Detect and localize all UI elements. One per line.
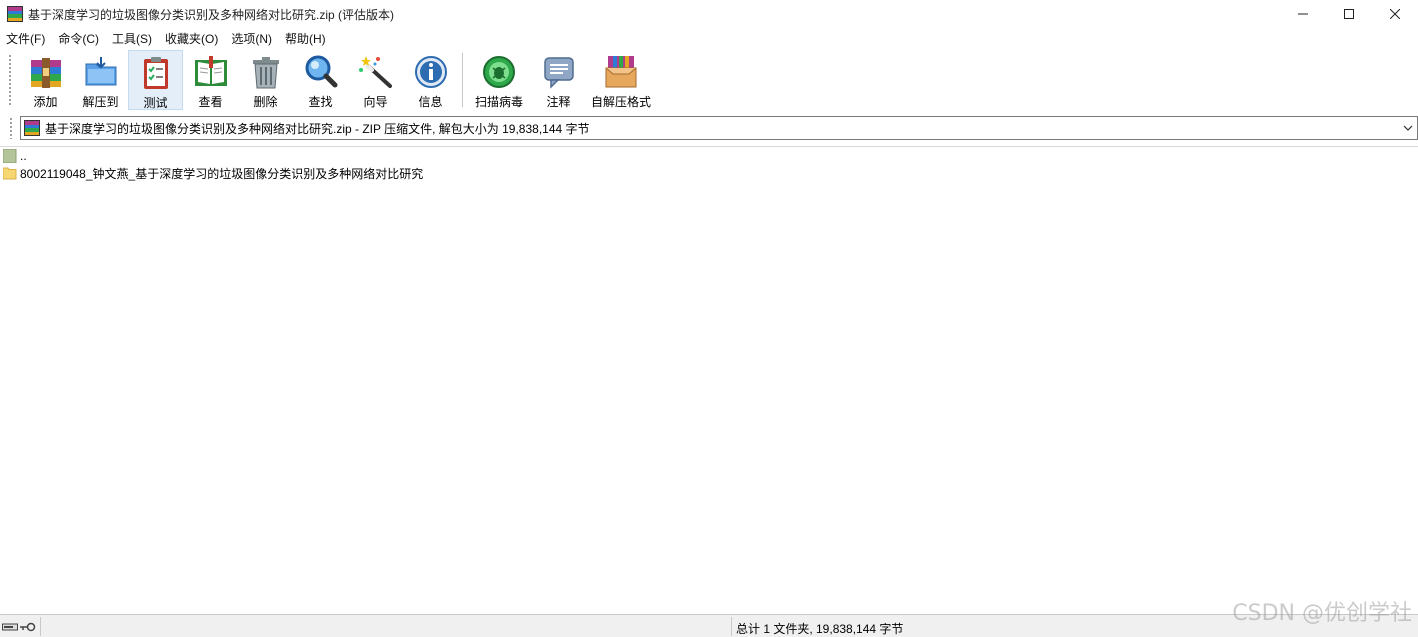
status-divider bbox=[731, 617, 732, 636]
close-button[interactable] bbox=[1372, 0, 1418, 28]
comment-icon bbox=[543, 57, 574, 89]
wizard-button[interactable]: 向导 bbox=[348, 50, 403, 110]
minimize-icon bbox=[1298, 13, 1308, 15]
window-title: 基于深度学习的垃圾图像分类识别及多种网络对比研究.zip (评估版本) bbox=[28, 7, 395, 22]
extract-folder-icon bbox=[85, 57, 116, 86]
file-name: 8002119048_钟文燕_基于深度学习的垃圾图像分类识别及多种网络对比研究 bbox=[20, 166, 424, 181]
info-label: 信息 bbox=[418, 95, 443, 109]
watermark-text: CSDN @优创学社 bbox=[1232, 601, 1412, 626]
address-row: 基于深度学习的垃圾图像分类识别及多种网络对比研究.zip - ZIP 压缩文件,… bbox=[0, 112, 1418, 144]
menu-options[interactable]: 选项(N) bbox=[225, 30, 279, 47]
minimize-button[interactable] bbox=[1280, 0, 1326, 28]
test-button[interactable]: 测试 bbox=[128, 50, 183, 110]
virus-scan-button[interactable]: 扫描病毒 bbox=[467, 50, 531, 110]
find-label: 查找 bbox=[308, 95, 333, 109]
test-clipboard-icon bbox=[143, 57, 168, 89]
sfx-box-icon bbox=[605, 56, 637, 88]
delete-button[interactable]: 删除 bbox=[238, 50, 293, 110]
menu-file[interactable]: 文件(F) bbox=[0, 30, 52, 47]
menu-tools[interactable]: 工具(S) bbox=[106, 30, 159, 47]
drive-icon bbox=[2, 623, 18, 631]
virus-scan-label: 扫描病毒 bbox=[474, 95, 523, 109]
title-bar: 基于深度学习的垃圾图像分类识别及多种网络对比研究.zip (评估版本) bbox=[0, 0, 1418, 28]
menu-commands[interactable]: 命令(C) bbox=[52, 30, 106, 47]
close-icon bbox=[1390, 9, 1400, 19]
extract-to-button[interactable]: 解压到 bbox=[73, 50, 128, 110]
delete-label: 删除 bbox=[253, 95, 278, 109]
toolbar-separator bbox=[462, 53, 463, 107]
wizard-label: 向导 bbox=[363, 95, 388, 109]
address-bar[interactable]: 基于深度学习的垃圾图像分类识别及多种网络对比研究.zip - ZIP 压缩文件,… bbox=[20, 116, 1418, 140]
address-grip[interactable] bbox=[9, 117, 13, 139]
info-icon bbox=[414, 56, 447, 88]
address-text: 基于深度学习的垃圾图像分类识别及多种网络对比研究.zip - ZIP 压缩文件,… bbox=[45, 121, 590, 136]
toolbar: 添加 解压到 测试 查看 删除 查找 向导 信息 扫描病毒 注释 自解压格式 bbox=[0, 48, 1418, 112]
zip-archive-icon bbox=[24, 120, 40, 136]
view-button[interactable]: 查看 bbox=[183, 50, 238, 110]
window-controls bbox=[1280, 0, 1418, 28]
status-summary: 总计 1 文件夹, 19,838,144 字节 bbox=[736, 622, 904, 636]
parent-folder-icon bbox=[3, 149, 17, 163]
add-button[interactable]: 添加 bbox=[18, 50, 73, 110]
info-button[interactable]: 信息 bbox=[403, 50, 458, 110]
menu-favorites[interactable]: 收藏夹(O) bbox=[159, 30, 225, 47]
list-item-parent-dir[interactable]: .. bbox=[0, 147, 27, 165]
virus-scan-icon bbox=[483, 56, 515, 88]
menu-help[interactable]: 帮助(H) bbox=[279, 30, 333, 47]
key-icon bbox=[20, 622, 36, 632]
extract-to-label: 解压到 bbox=[82, 95, 119, 109]
toolbar-grip[interactable] bbox=[8, 54, 12, 106]
comment-label: 注释 bbox=[546, 95, 571, 109]
folder-icon bbox=[3, 167, 17, 180]
status-bar: 总计 1 文件夹, 19,838,144 字节 bbox=[0, 614, 1418, 637]
maximize-icon bbox=[1344, 9, 1354, 19]
status-divider bbox=[40, 617, 41, 636]
file-name: .. bbox=[20, 149, 27, 163]
add-label: 添加 bbox=[33, 95, 58, 109]
view-label: 查看 bbox=[198, 95, 223, 109]
sfx-button[interactable]: 自解压格式 bbox=[586, 50, 656, 110]
magic-wand-icon bbox=[358, 56, 392, 88]
add-archive-icon bbox=[30, 58, 61, 88]
comment-button[interactable]: 注释 bbox=[531, 50, 586, 110]
find-button[interactable]: 查找 bbox=[293, 50, 348, 110]
file-list[interactable]: .. 8002119048_钟文燕_基于深度学习的垃圾图像分类识别及多种网络对比… bbox=[0, 146, 1418, 614]
test-label: 测试 bbox=[143, 96, 168, 110]
trash-icon bbox=[252, 57, 279, 89]
list-item-folder[interactable]: 8002119048_钟文燕_基于深度学习的垃圾图像分类识别及多种网络对比研究 bbox=[0, 164, 423, 182]
menu-bar: 文件(F) 命令(C) 工具(S) 收藏夹(O) 选项(N) 帮助(H) bbox=[0, 28, 1418, 48]
winrar-app-icon[interactable] bbox=[7, 6, 23, 22]
status-icons bbox=[2, 619, 40, 635]
sfx-label: 自解压格式 bbox=[590, 95, 651, 109]
maximize-button[interactable] bbox=[1326, 0, 1372, 28]
magnifier-icon bbox=[305, 55, 337, 88]
chevron-down-icon bbox=[1403, 125, 1413, 131]
view-book-icon bbox=[194, 56, 227, 86]
address-dropdown-button[interactable] bbox=[1401, 120, 1415, 136]
